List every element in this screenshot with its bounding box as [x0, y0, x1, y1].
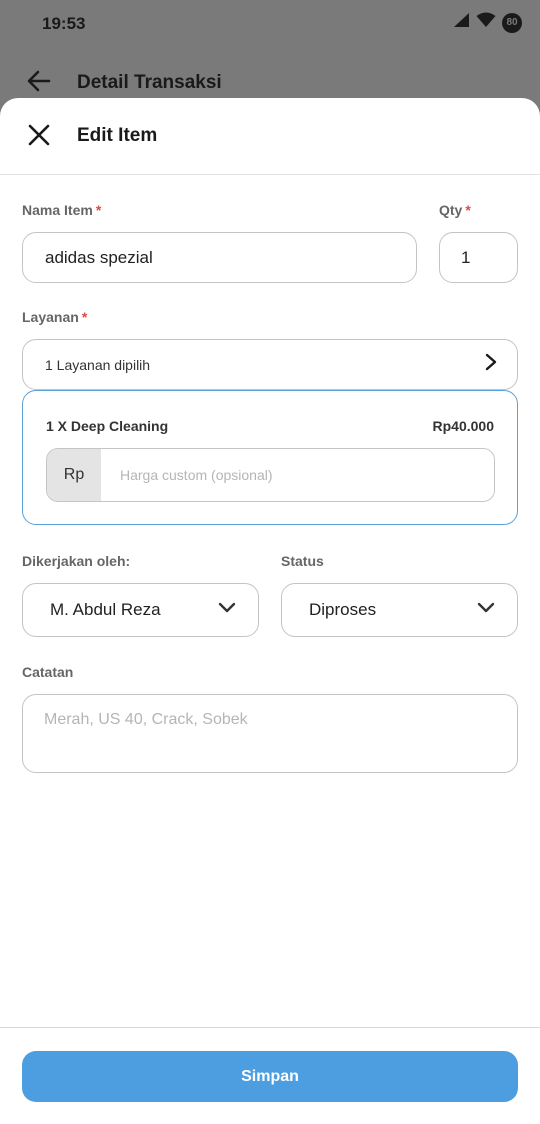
sheet-title: Edit Item — [77, 125, 158, 146]
worker-label: Dikerjakan oleh: — [22, 553, 131, 569]
item-name-input[interactable]: adidas spezial — [22, 232, 417, 283]
service-price: Rp40.000 — [432, 418, 494, 434]
notes-label: Catatan — [22, 664, 74, 680]
custom-price-input[interactable] — [101, 449, 494, 501]
qty-value: 1 — [461, 247, 471, 267]
chevron-down-icon — [477, 601, 495, 619]
signal-icon — [452, 12, 470, 33]
item-name-value: adidas spezial — [45, 247, 153, 267]
currency-prefix: Rp — [47, 449, 101, 501]
item-name-label: Nama Item * — [22, 202, 102, 218]
wifi-icon — [476, 12, 496, 33]
service-selector[interactable]: 1 Layanan dipilih — [22, 339, 518, 390]
worker-value: M. Abdul Reza — [50, 600, 161, 619]
custom-price-group: Rp — [46, 448, 495, 502]
status-value: Diproses — [309, 600, 377, 619]
edit-item-sheet: Edit Item Nama Item * Qty * adidas spezial… — [0, 98, 540, 1124]
close-button[interactable] — [24, 122, 54, 152]
battery-icon: 80 — [502, 12, 522, 33]
chevron-down-icon — [218, 601, 236, 619]
save-button[interactable]: Simpan — [22, 1051, 518, 1102]
close-icon — [28, 124, 50, 151]
worker-dropdown[interactable]: M. Abdul Reza — [22, 583, 259, 637]
status-label: Status — [281, 553, 324, 569]
background-page-title: Detail Transaksi — [77, 72, 222, 93]
status-time: 19:53 — [42, 14, 86, 33]
selected-service-card: 1 X Deep Cleaning Rp40.000 Rp — [22, 390, 518, 525]
service-label: Layanan * — [22, 309, 88, 325]
chevron-right-icon — [485, 353, 497, 376]
back-arrow-icon[interactable] — [26, 68, 52, 99]
sheet-header: Edit Item — [0, 98, 540, 175]
service-name: 1 X Deep Cleaning — [46, 418, 169, 434]
footer-divider — [0, 1027, 540, 1028]
qty-input[interactable]: 1 — [439, 232, 518, 283]
service-selector-text: 1 Layanan dipilih — [45, 356, 151, 373]
notes-textarea[interactable] — [22, 694, 518, 773]
status-dropdown[interactable]: Diproses — [281, 583, 518, 637]
qty-label: Qty * — [439, 202, 471, 218]
status-bar: 19:53 80 — [0, 0, 540, 48]
status-icons: 80 — [452, 12, 522, 33]
